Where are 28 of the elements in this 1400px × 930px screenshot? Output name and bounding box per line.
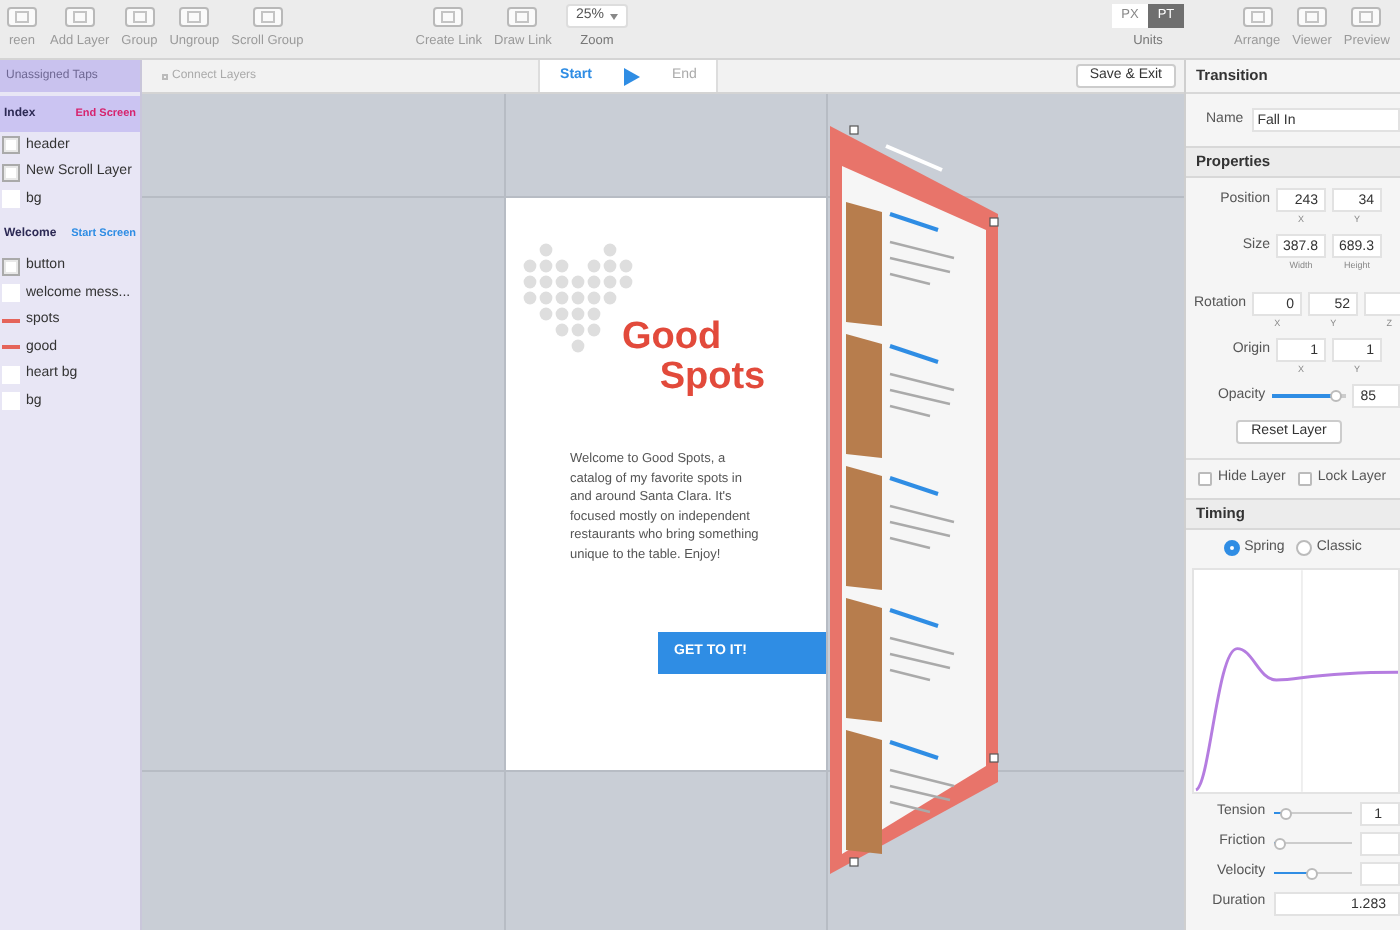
tool-icon bbox=[6, 6, 38, 29]
slider-thumb[interactable] bbox=[1273, 837, 1286, 849]
radio-button[interactable] bbox=[1224, 540, 1241, 557]
tool-icon bbox=[63, 6, 96, 29]
tool-icon bbox=[178, 6, 211, 29]
tool-icon bbox=[251, 6, 284, 29]
app-title: Spots bbox=[659, 358, 766, 398]
checkbox[interactable] bbox=[1198, 472, 1212, 486]
slider-thumb[interactable] bbox=[1279, 807, 1292, 819]
slider-track[interactable] bbox=[1273, 837, 1353, 849]
play-icon bbox=[623, 67, 640, 85]
number-field[interactable] bbox=[1360, 831, 1400, 855]
tool-icon bbox=[1241, 6, 1274, 29]
tool-icon bbox=[506, 6, 539, 29]
tool-icon bbox=[1350, 6, 1383, 29]
tool-icon bbox=[123, 6, 156, 29]
caret-icon bbox=[609, 13, 618, 20]
slider-track[interactable] bbox=[1271, 390, 1347, 402]
number-field[interactable] bbox=[1364, 292, 1400, 316]
tool-icon bbox=[1295, 6, 1328, 29]
connect-icon bbox=[162, 73, 168, 79]
slider-thumb[interactable] bbox=[1329, 390, 1342, 402]
slider-thumb[interactable] bbox=[1306, 867, 1319, 879]
tool-icon bbox=[432, 6, 465, 29]
radio-button[interactable] bbox=[1296, 540, 1313, 557]
number-field[interactable] bbox=[1360, 861, 1400, 885]
checkbox[interactable] bbox=[1297, 472, 1312, 486]
app-title: Good bbox=[622, 318, 722, 358]
